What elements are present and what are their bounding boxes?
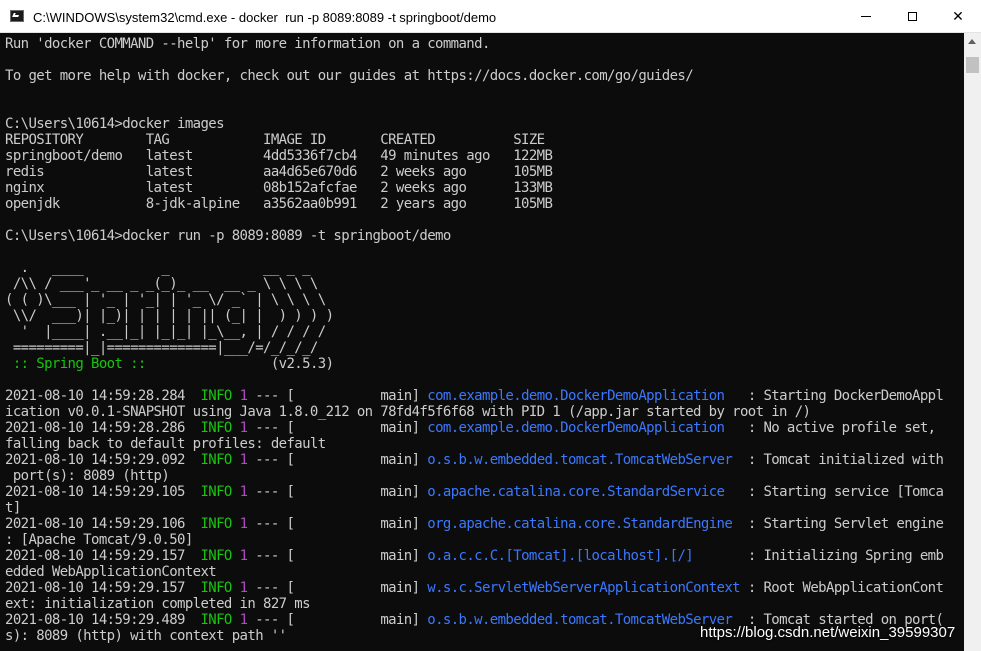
scroll-up-arrow-icon[interactable] [968, 39, 976, 44]
logger-name: o.s.b.w.embedded.tomcat.TomcatWebServer [427, 612, 733, 628]
console-line: : [Apache Tomcat/9.0.50] [5, 532, 193, 548]
console-line: ' |____| .__|_| |_|_| |_\__, | / / / / [5, 324, 327, 340]
console-line: ( ( )\___ | '_ | '_| | '_ \/ _` | \ \ \ … [5, 292, 326, 308]
console-lines: Run 'docker COMMAND --help' for more inf… [5, 36, 964, 644]
pid: 1 [239, 420, 248, 436]
logger-name: org.apache.catalina.core.StandardEngine [427, 516, 733, 532]
minimize-button[interactable] [843, 0, 889, 32]
console-line: falling back to default profiles: defaul… [5, 436, 326, 452]
console-line: C:\Users\10614>docker images [5, 116, 225, 132]
console-line: 2021-08-10 14:59:29.092 INFO 1 --- [ mai… [5, 452, 944, 468]
console-line: 2021-08-10 14:59:29.157 INFO 1 --- [ mai… [5, 580, 944, 596]
logger-name: o.apache.catalina.core.StandardService [427, 484, 725, 500]
console-line: /\\ / ___'_ __ _ _(_)_ __ __ _ \ \ \ \ [5, 276, 319, 292]
console-line: To get more help with docker, check out … [5, 68, 694, 84]
spring-boot-label: :: Spring Boot :: [12, 356, 147, 372]
console-line: redis latest aa4d65e670d6 2 weeks ago 10… [5, 164, 553, 180]
pid: 1 [239, 484, 248, 500]
console-line: 2021-08-10 14:59:28.284 INFO 1 --- [ mai… [5, 388, 944, 404]
close-button[interactable]: ✕ [935, 0, 981, 32]
console-line: :: Spring Boot :: (v2.5.3) [12, 356, 334, 372]
log-level: INFO [200, 580, 232, 596]
console-line: . ____ _ __ _ _ [5, 260, 311, 276]
title-bar[interactable]: C:\WINDOWS\system32\cmd.exe - docker run… [0, 0, 981, 33]
pid: 1 [239, 452, 248, 468]
console-line: 2021-08-10 14:59:28.286 INFO 1 --- [ mai… [5, 420, 936, 436]
console-line: edded WebApplicationContext [5, 564, 217, 580]
console-line: ication v0.0.1-SNAPSHOT using Java 1.8.0… [5, 404, 811, 420]
cmd-app-icon [10, 10, 24, 22]
close-icon: ✕ [952, 7, 964, 24]
console-line: 2021-08-10 14:59:29.105 INFO 1 --- [ mai… [5, 484, 944, 500]
pid: 1 [239, 516, 248, 532]
console-line: openjdk 8-jdk-alpine a3562aa0b991 2 year… [5, 196, 553, 212]
console-line: \\/ ___)| |_)| | | | | || (_| | ) ) ) ) [5, 308, 334, 324]
pid: 1 [239, 388, 248, 404]
console-line: 2021-08-10 14:59:29.106 INFO 1 --- [ mai… [5, 516, 944, 532]
console-line: 2021-08-10 14:59:29.157 INFO 1 --- [ mai… [5, 548, 944, 564]
logger-name: o.s.b.w.embedded.tomcat.TomcatWebServer [427, 452, 733, 468]
log-level: INFO [200, 516, 232, 532]
console-line: =========|_|==============|___/=/_/_/_/ [5, 340, 319, 356]
console-line: springboot/demo latest 4dd5336f7cb4 49 m… [5, 148, 553, 164]
minimize-icon [861, 15, 871, 17]
vertical-scrollbar[interactable] [964, 33, 981, 651]
console-line: ext: initialization completed in 827 ms [5, 596, 311, 612]
logger-name: w.s.c.ServletWebServerApplicationContext [427, 580, 740, 596]
console-line: REPOSITORY TAG IMAGE ID CREATED SIZE [5, 132, 545, 148]
pid: 1 [239, 580, 248, 596]
console-line: t] [5, 500, 21, 516]
log-level: INFO [200, 612, 232, 628]
console-line: nginx latest 08b152afcfae 2 weeks ago 13… [5, 180, 553, 196]
log-level: INFO [200, 484, 232, 500]
log-level: INFO [200, 452, 232, 468]
logger-name: com.example.demo.DockerDemoApplication [427, 420, 725, 436]
scroll-thumb[interactable] [966, 57, 979, 73]
watermark: https://blog.csdn.net/weixin_39599307 [700, 624, 956, 641]
window-title: C:\WINDOWS\system32\cmd.exe - docker run… [33, 10, 497, 25]
logger-name: com.example.demo.DockerDemoApplication [427, 388, 725, 404]
console-output[interactable]: Run 'docker COMMAND --help' for more inf… [0, 33, 964, 651]
pid: 1 [239, 612, 248, 628]
maximize-icon [907, 11, 917, 21]
logger-name: o.a.c.c.C.[Tomcat].[localhost].[/] [427, 548, 694, 564]
log-level: INFO [200, 388, 232, 404]
pid: 1 [239, 548, 248, 564]
console-line: C:\Users\10614>docker run -p 8089:8089 -… [5, 228, 451, 244]
console-line: Run 'docker COMMAND --help' for more inf… [5, 36, 490, 52]
console-line: port(s): 8089 (http) [5, 468, 170, 484]
log-level: INFO [200, 548, 232, 564]
log-level: INFO [200, 420, 232, 436]
maximize-button[interactable] [889, 0, 935, 32]
